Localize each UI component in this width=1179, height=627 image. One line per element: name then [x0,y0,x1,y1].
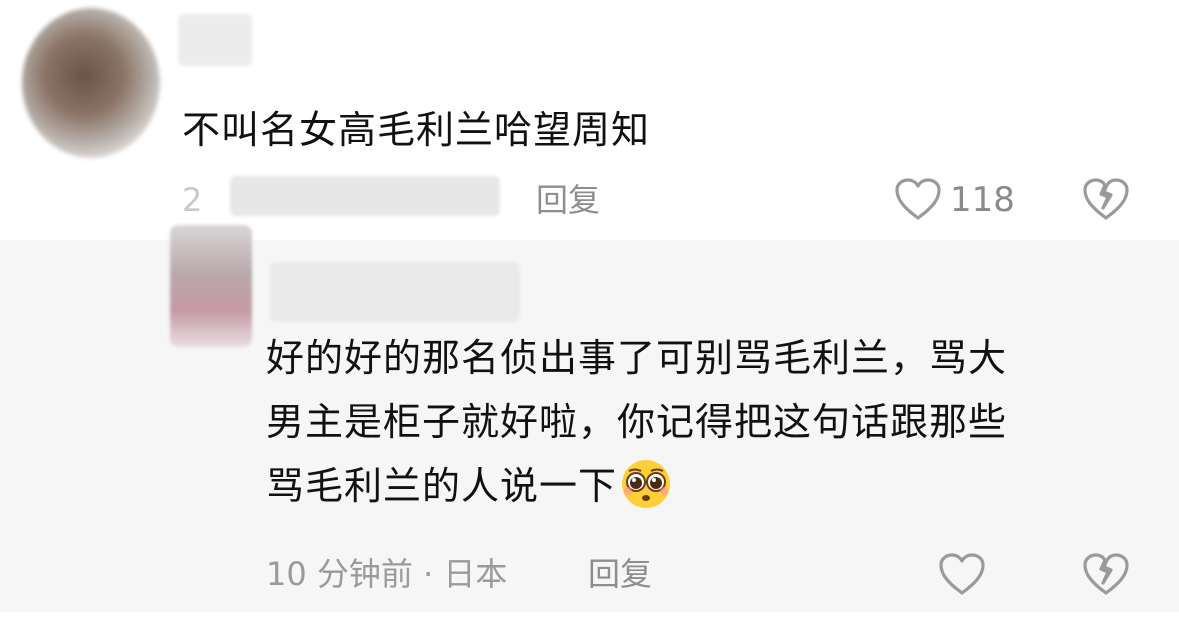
avatar[interactable] [170,225,252,347]
reply-text-line: 男主是柜子就好啦，你记得把这句话跟那些 [266,400,1008,444]
broken-heart-icon[interactable] [1082,551,1130,601]
redaction-blur [178,14,252,66]
redaction-blur [270,262,520,322]
pleading-face-emoji [619,457,673,511]
heart-outline-icon[interactable] [937,551,987,601]
reply-text-line: 骂毛利兰的人说一下 [266,454,1126,518]
reply-text: 好的好的那名侦出事了可别骂毛利兰，骂大 男主是柜子就好啦，你记得把这句话跟那些 … [266,326,1126,518]
reply-meta: 10 分钟前 · 日本 [266,555,508,593]
reply-text-line: 好的好的那名侦出事了可别骂毛利兰，骂大 [266,336,1008,380]
heart-outline-icon[interactable] [893,176,943,226]
comment-date: 2 [182,181,203,219]
like-count: 118 [950,180,1015,220]
reply-text-segment: 骂毛利兰的人说一下 [266,464,618,508]
divider [0,612,1179,627]
comment-text: 不叫名女高毛利兰哈望周知 [182,108,651,152]
avatar[interactable] [22,8,160,158]
broken-heart-icon[interactable] [1082,176,1130,226]
redaction-blur [230,176,500,216]
reply-button[interactable]: 回复 [536,180,600,220]
reply-button[interactable]: 回复 [588,554,652,594]
